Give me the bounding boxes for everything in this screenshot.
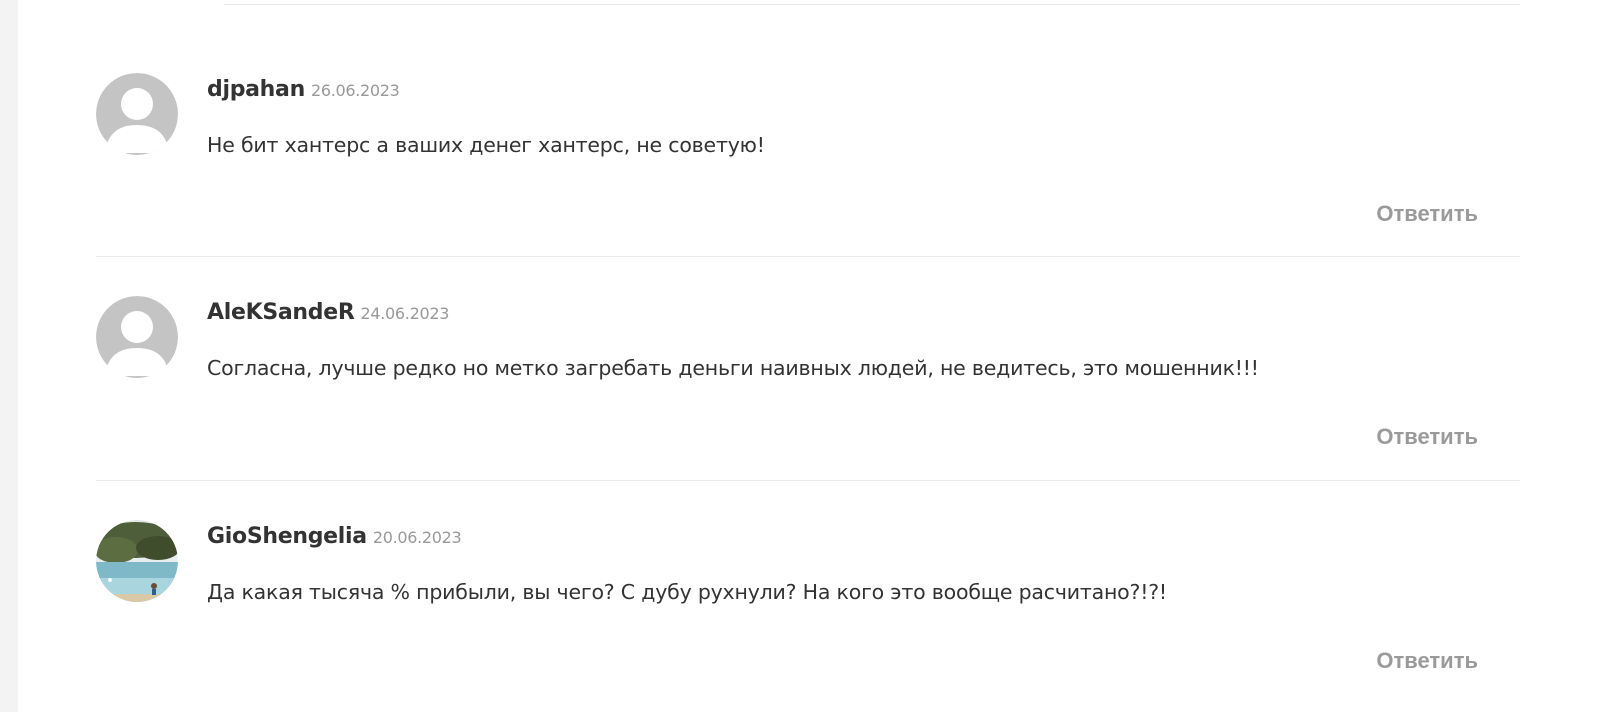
comment-meta: djpahan 26.06.2023 xyxy=(207,75,400,107)
comment-item: AleKSandeR 24.06.2023 Согласна, лучше ред… xyxy=(96,296,1520,481)
divider xyxy=(96,256,1520,257)
comments-section: djpahan 26.06.2023 Не бит хантерс а ваших… xyxy=(18,0,1600,712)
divider xyxy=(224,4,1520,5)
default-user-icon[interactable] xyxy=(96,73,178,155)
comment-item: GioShengelia 20.06.2023 Да какая тысяча %… xyxy=(96,520,1520,712)
comment-text: Согласна, лучше редко но метко загребать… xyxy=(207,356,1259,380)
comment-author[interactable]: AleKSandeR xyxy=(207,300,355,325)
comment-date: 26.06.2023 xyxy=(310,81,400,100)
comment-meta: AleKSandeR 24.06.2023 xyxy=(207,298,449,330)
divider xyxy=(96,480,1520,481)
comment-meta: GioShengelia 20.06.2023 xyxy=(207,522,462,554)
comment-author[interactable]: djpahan xyxy=(207,77,305,102)
comment-text: Не бит хантерс а ваших денег хантерс, не… xyxy=(207,133,765,157)
default-user-icon[interactable] xyxy=(96,296,178,378)
photo-avatar[interactable] xyxy=(96,520,178,602)
reply-button[interactable]: Ответить xyxy=(1376,422,1478,452)
comment-date: 24.06.2023 xyxy=(360,304,450,323)
comment-text: Да какая тысяча % прибыли, вы чего? С ду… xyxy=(207,580,1167,604)
comment-date: 20.06.2023 xyxy=(372,528,462,547)
comment-item: djpahan 26.06.2023 Не бит хантерс а ваших… xyxy=(96,73,1520,257)
reply-button[interactable]: Ответить xyxy=(1376,646,1478,676)
comment-author[interactable]: GioShengelia xyxy=(207,524,367,549)
reply-button[interactable]: Ответить xyxy=(1376,199,1478,229)
